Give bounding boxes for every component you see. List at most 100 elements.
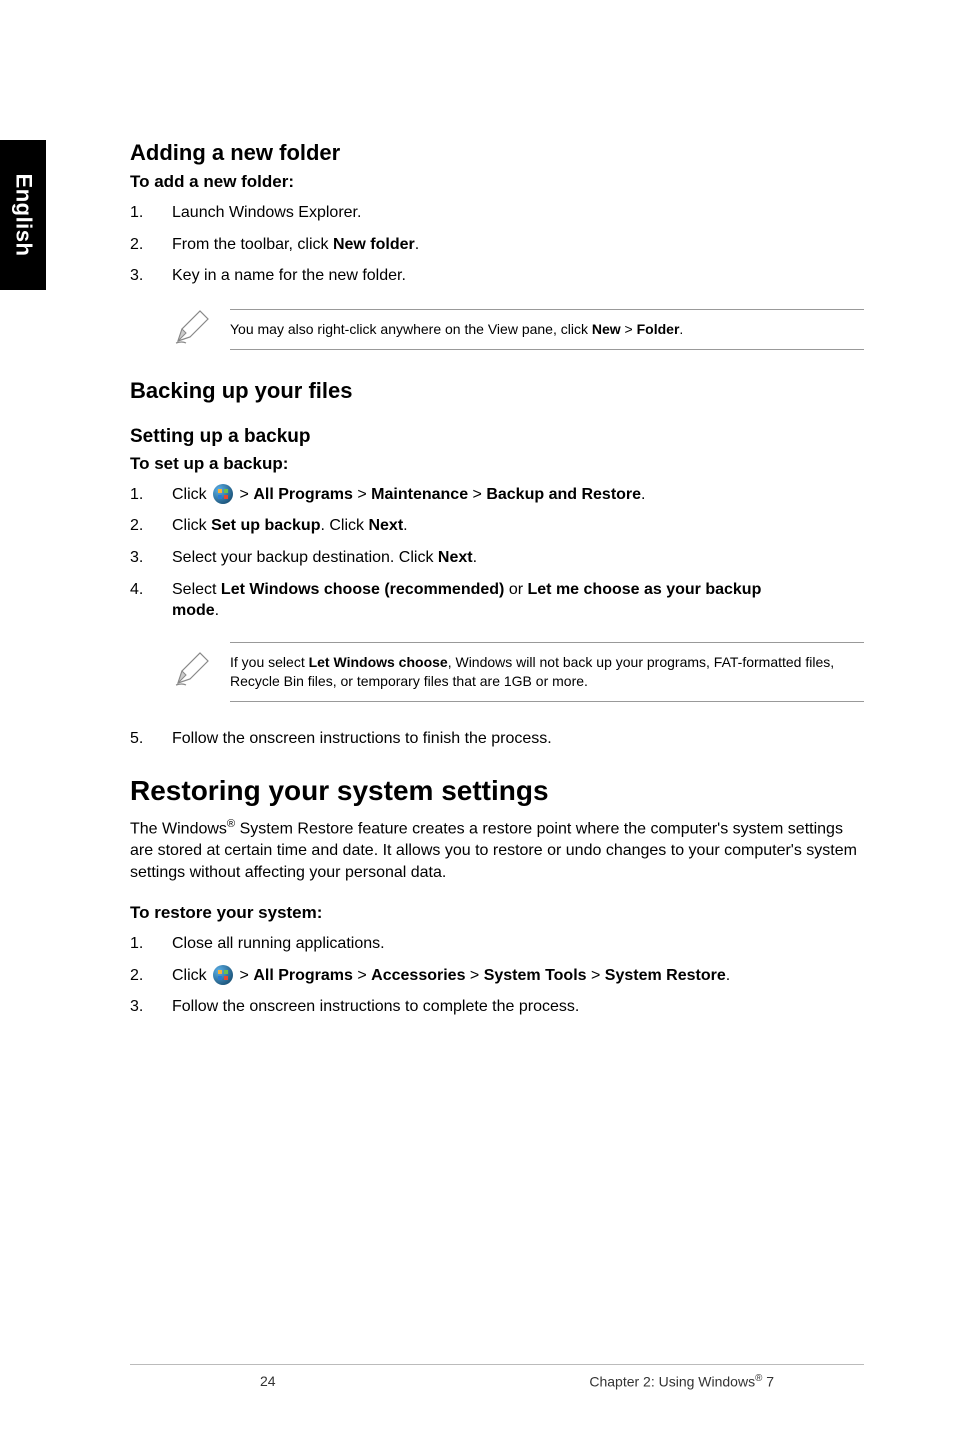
- text-bold: System Restore: [605, 967, 726, 984]
- pencil-icon: [172, 649, 216, 694]
- steps-add-folder: 1. Launch Windows Explorer. 2. From the …: [130, 202, 864, 287]
- note-box: You may also right-click anywhere on the…: [172, 307, 864, 352]
- text-bold: Next: [368, 517, 403, 534]
- text: Click: [172, 967, 211, 984]
- text: .: [215, 602, 219, 619]
- note-content: You may also right-click anywhere on the…: [230, 309, 864, 350]
- step-number: 3.: [130, 547, 172, 569]
- step-text: Key in a name for the new folder.: [172, 265, 864, 287]
- text: The Windows: [130, 820, 227, 837]
- step-number: 2.: [130, 234, 172, 256]
- text: >: [235, 486, 253, 503]
- note-box: If you select Let Windows choose, Window…: [172, 642, 864, 702]
- text: .: [473, 549, 477, 566]
- subhead-restore: To restore your system:: [130, 903, 864, 923]
- text: >: [235, 967, 253, 984]
- text-bold: Maintenance: [371, 486, 468, 503]
- step-number: 1.: [130, 933, 172, 955]
- text: >: [353, 967, 371, 984]
- list-item: 1. Click > All Programs > Maintenance > …: [130, 484, 864, 506]
- list-item: 1. Launch Windows Explorer.: [130, 202, 864, 224]
- list-item: 2. Click > All Programs > Accessories > …: [130, 965, 864, 987]
- step-text: Follow the onscreen instructions to comp…: [172, 996, 864, 1018]
- step-number: 3.: [130, 996, 172, 1018]
- list-item: 3. Select your backup destination. Click…: [130, 547, 864, 569]
- text: .: [403, 517, 407, 534]
- text: .: [679, 321, 683, 337]
- text-bold: Folder: [637, 321, 680, 337]
- text: From the toolbar, click: [172, 236, 333, 253]
- text: Select: [172, 581, 221, 598]
- page-number: 24: [260, 1373, 276, 1390]
- list-item: 5. Follow the onscreen instructions to f…: [130, 728, 864, 750]
- step-text: Click Set up backup. Click Next.: [172, 515, 864, 537]
- text-bold: Backup and Restore: [486, 486, 641, 503]
- pencil-icon: [172, 307, 216, 352]
- text: You may also right-click anywhere on the…: [230, 321, 592, 337]
- text: >: [353, 486, 371, 503]
- text-bold: mode: [172, 602, 215, 619]
- subhead-setting-backup: Setting up a backup: [130, 426, 864, 448]
- steps-backup: 1. Click > All Programs > Maintenance > …: [130, 484, 864, 622]
- list-item: 3. Key in a name for the new folder.: [130, 265, 864, 287]
- step-number: 2.: [130, 965, 172, 987]
- windows-start-icon: [213, 484, 233, 504]
- restore-paragraph: The Windows® System Restore feature crea…: [130, 817, 864, 883]
- heading-backup: Backing up your files: [130, 378, 864, 404]
- step-text: Close all running applications.: [172, 933, 864, 955]
- note-content: If you select Let Windows choose, Window…: [230, 642, 864, 702]
- text: .: [726, 967, 730, 984]
- text-bold: System Tools: [484, 967, 587, 984]
- text: Click: [172, 486, 211, 503]
- side-tab-label: English: [10, 174, 36, 257]
- text: >: [587, 967, 605, 984]
- list-item: 2. From the toolbar, click New folder.: [130, 234, 864, 256]
- step-number: 4.: [130, 579, 172, 601]
- text: If you select: [230, 654, 309, 670]
- step-text: Follow the onscreen instructions to fini…: [172, 728, 864, 750]
- text-bold: Let me choose as your backup: [528, 581, 762, 598]
- step-number: 2.: [130, 515, 172, 537]
- side-tab: English: [0, 140, 46, 290]
- text: System Restore feature creates a restore…: [130, 820, 857, 880]
- text-bold: Let Windows choose (recommended): [221, 581, 504, 598]
- text: .: [641, 486, 645, 503]
- text-bold: New: [592, 321, 621, 337]
- text: 7: [762, 1374, 774, 1390]
- step-text: Select Let Windows choose (recommended) …: [172, 579, 864, 622]
- text: >: [468, 486, 486, 503]
- text-bold: Set up backup: [211, 517, 320, 534]
- text: Select your backup destination. Click: [172, 549, 438, 566]
- list-item: 4. Select Let Windows choose (recommende…: [130, 579, 864, 622]
- text: >: [621, 321, 637, 337]
- windows-start-icon: [213, 965, 233, 985]
- subhead-add-folder: To add a new folder:: [130, 172, 864, 192]
- step-text: Click > All Programs > Maintenance > Bac…: [172, 484, 864, 506]
- list-item: 2. Click Set up backup. Click Next.: [130, 515, 864, 537]
- text: . Click: [320, 517, 368, 534]
- step-text: Click > All Programs > Accessories > Sys…: [172, 965, 864, 987]
- text: Click: [172, 517, 211, 534]
- text-bold: Let Windows choose: [309, 654, 448, 670]
- step-text: From the toolbar, click New folder.: [172, 234, 864, 256]
- text-bold: All Programs: [253, 967, 353, 984]
- heading-adding-folder: Adding a new folder: [130, 140, 864, 166]
- text-bold: New folder: [333, 236, 415, 253]
- steps-backup-final: 5. Follow the onscreen instructions to f…: [130, 728, 864, 750]
- list-item: 3. Follow the onscreen instructions to c…: [130, 996, 864, 1018]
- registered-mark: ®: [227, 818, 235, 830]
- list-item: 1. Close all running applications.: [130, 933, 864, 955]
- footer: 24 Chapter 2: Using Windows® 7: [130, 1364, 864, 1390]
- text-bold: Accessories: [371, 967, 465, 984]
- text-bold: Next: [438, 549, 473, 566]
- text: Chapter 2: Using Windows: [589, 1374, 755, 1390]
- step-number: 3.: [130, 265, 172, 287]
- text-bold: All Programs: [253, 486, 353, 503]
- step-number: 5.: [130, 728, 172, 750]
- subhead-to-setup-backup: To set up a backup:: [130, 454, 864, 474]
- step-number: 1.: [130, 484, 172, 506]
- steps-restore: 1. Close all running applications. 2. Cl…: [130, 933, 864, 1018]
- text: >: [465, 967, 483, 984]
- step-text: Launch Windows Explorer.: [172, 202, 864, 224]
- chapter-label: Chapter 2: Using Windows® 7: [589, 1373, 774, 1390]
